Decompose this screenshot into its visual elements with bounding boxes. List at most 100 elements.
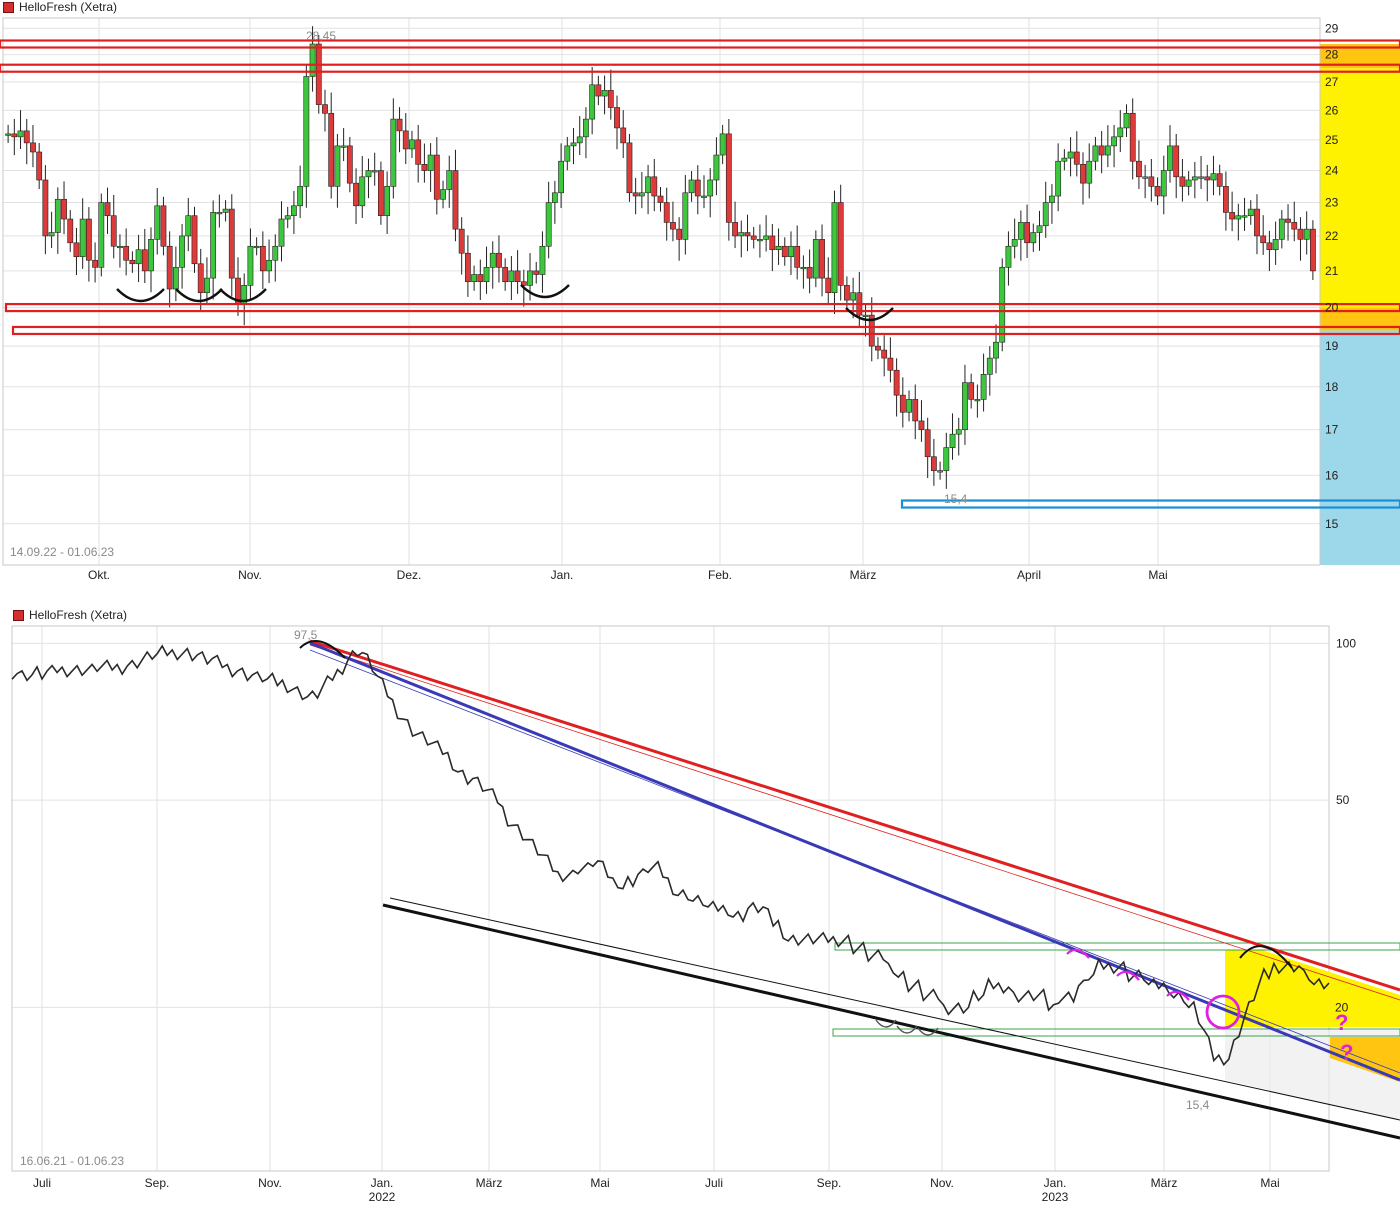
candle-body-76 (477, 274, 484, 283)
candle-41 (259, 231, 266, 290)
candle-113 (707, 168, 714, 218)
candle-173 (1080, 152, 1086, 205)
top-x-tick-0: Okt. (88, 568, 110, 582)
candle-body-81 (508, 270, 515, 283)
candle-28 (179, 224, 185, 289)
candle-118 (738, 220, 745, 258)
candle-body-150 (937, 470, 943, 473)
candle-96 (601, 75, 608, 115)
candle-body-163 (1017, 222, 1024, 240)
candle-body-123 (769, 235, 776, 251)
candle-body-161 (1005, 245, 1012, 268)
bot-x-tick-0: Juli (33, 1176, 51, 1190)
candle-143 (893, 358, 900, 417)
candle-body-48 (303, 76, 310, 187)
candle-body-73 (458, 228, 465, 254)
candle-175 (1092, 136, 1099, 171)
candle-180 (1123, 104, 1130, 137)
candle-body-131 (819, 239, 825, 279)
candle-body-202 (1260, 235, 1267, 244)
candle-body-189 (1179, 176, 1186, 187)
top-y-tick-26: 26 (1325, 103, 1339, 117)
candle-body-112 (701, 195, 707, 198)
candle-body-53 (334, 145, 341, 187)
top-low-annotation: 15,4 (944, 492, 968, 506)
candle-64 (402, 113, 409, 165)
candle-202 (1260, 215, 1267, 255)
candle-188 (1173, 133, 1180, 199)
candle-100 (626, 133, 633, 202)
candle-body-162 (1011, 239, 1018, 247)
candle-body-39 (247, 245, 254, 286)
candle-body-188 (1173, 145, 1180, 178)
candle-87 (545, 181, 552, 259)
candle-74 (464, 235, 471, 297)
candle-190 (1185, 171, 1192, 196)
bottom-line-chart: ?? 100 50 20 Juli Sep. Nov. Jan. März Mai Juli Se… (11, 625, 1400, 1204)
candle-body-153 (955, 429, 962, 435)
candle-162 (1011, 218, 1018, 259)
candle-body-200 (1247, 208, 1254, 217)
candle-body-84 (527, 270, 533, 286)
candle-67 (421, 143, 428, 183)
candle-70 (440, 180, 446, 209)
candle-body-9 (61, 198, 67, 220)
candle-55 (346, 136, 353, 193)
candle-81 (508, 256, 515, 300)
candle-body-36 (228, 208, 235, 279)
top-y-tick-16: 16 (1325, 468, 1339, 482)
candle-92 (576, 116, 583, 155)
candle-body-141 (881, 349, 888, 359)
candle-165 (1030, 223, 1037, 252)
candle-body-173 (1080, 163, 1086, 184)
candle-body-27 (172, 267, 179, 290)
top-y-tick-28: 28 (1325, 48, 1339, 62)
candle-body-181 (1129, 112, 1136, 162)
candle-body-13 (85, 218, 92, 261)
candle-204 (1272, 221, 1279, 265)
bot-x-tick-10: März (1151, 1176, 1178, 1190)
top-y-tick-23: 23 (1325, 196, 1339, 210)
candle-body-61 (384, 186, 391, 217)
candle-body-12 (79, 218, 86, 258)
candle-172 (1073, 131, 1080, 177)
candle-body-58 (365, 170, 372, 178)
bot-x-tick-8: Nov. (930, 1176, 954, 1190)
candle-209 (1303, 211, 1310, 255)
candle-101 (632, 177, 639, 215)
candle-36 (228, 194, 235, 297)
candle-body-102 (638, 192, 645, 197)
candle-6 (42, 165, 49, 255)
candle-body-145 (906, 399, 912, 413)
candle-85 (533, 261, 540, 284)
candle-60 (378, 161, 384, 225)
candle-body-175 (1092, 145, 1099, 162)
candle-body-5 (36, 151, 43, 181)
candle-body-67 (421, 163, 428, 171)
bot-year-label-0: 2022 (369, 1190, 396, 1204)
candle-186 (1160, 155, 1167, 215)
candle-body-195 (1216, 173, 1223, 187)
candle-body-165 (1030, 232, 1037, 244)
candle-116 (725, 118, 732, 241)
candle-body-205 (1278, 218, 1285, 240)
top-candles (5, 26, 1316, 489)
candle-body-157 (980, 374, 987, 400)
candle-196 (1223, 171, 1229, 231)
candle-90 (564, 136, 571, 171)
candle-141 (881, 335, 888, 377)
candle-body-170 (1061, 157, 1068, 162)
bottom-high-annotation: 97,5 (294, 628, 318, 642)
candle-151 (943, 432, 950, 489)
candle-body-69 (433, 154, 440, 200)
candle-body-174 (1086, 160, 1093, 184)
candle-body-0 (5, 133, 12, 136)
candle-body-158 (986, 357, 993, 375)
candle-body-207 (1291, 222, 1298, 230)
top-arc-0 (116, 288, 165, 303)
candle-45 (284, 206, 291, 229)
candle-30 (191, 206, 198, 273)
candle-182 (1136, 140, 1142, 189)
candle-88 (551, 180, 558, 224)
candle-body-97 (607, 90, 614, 108)
